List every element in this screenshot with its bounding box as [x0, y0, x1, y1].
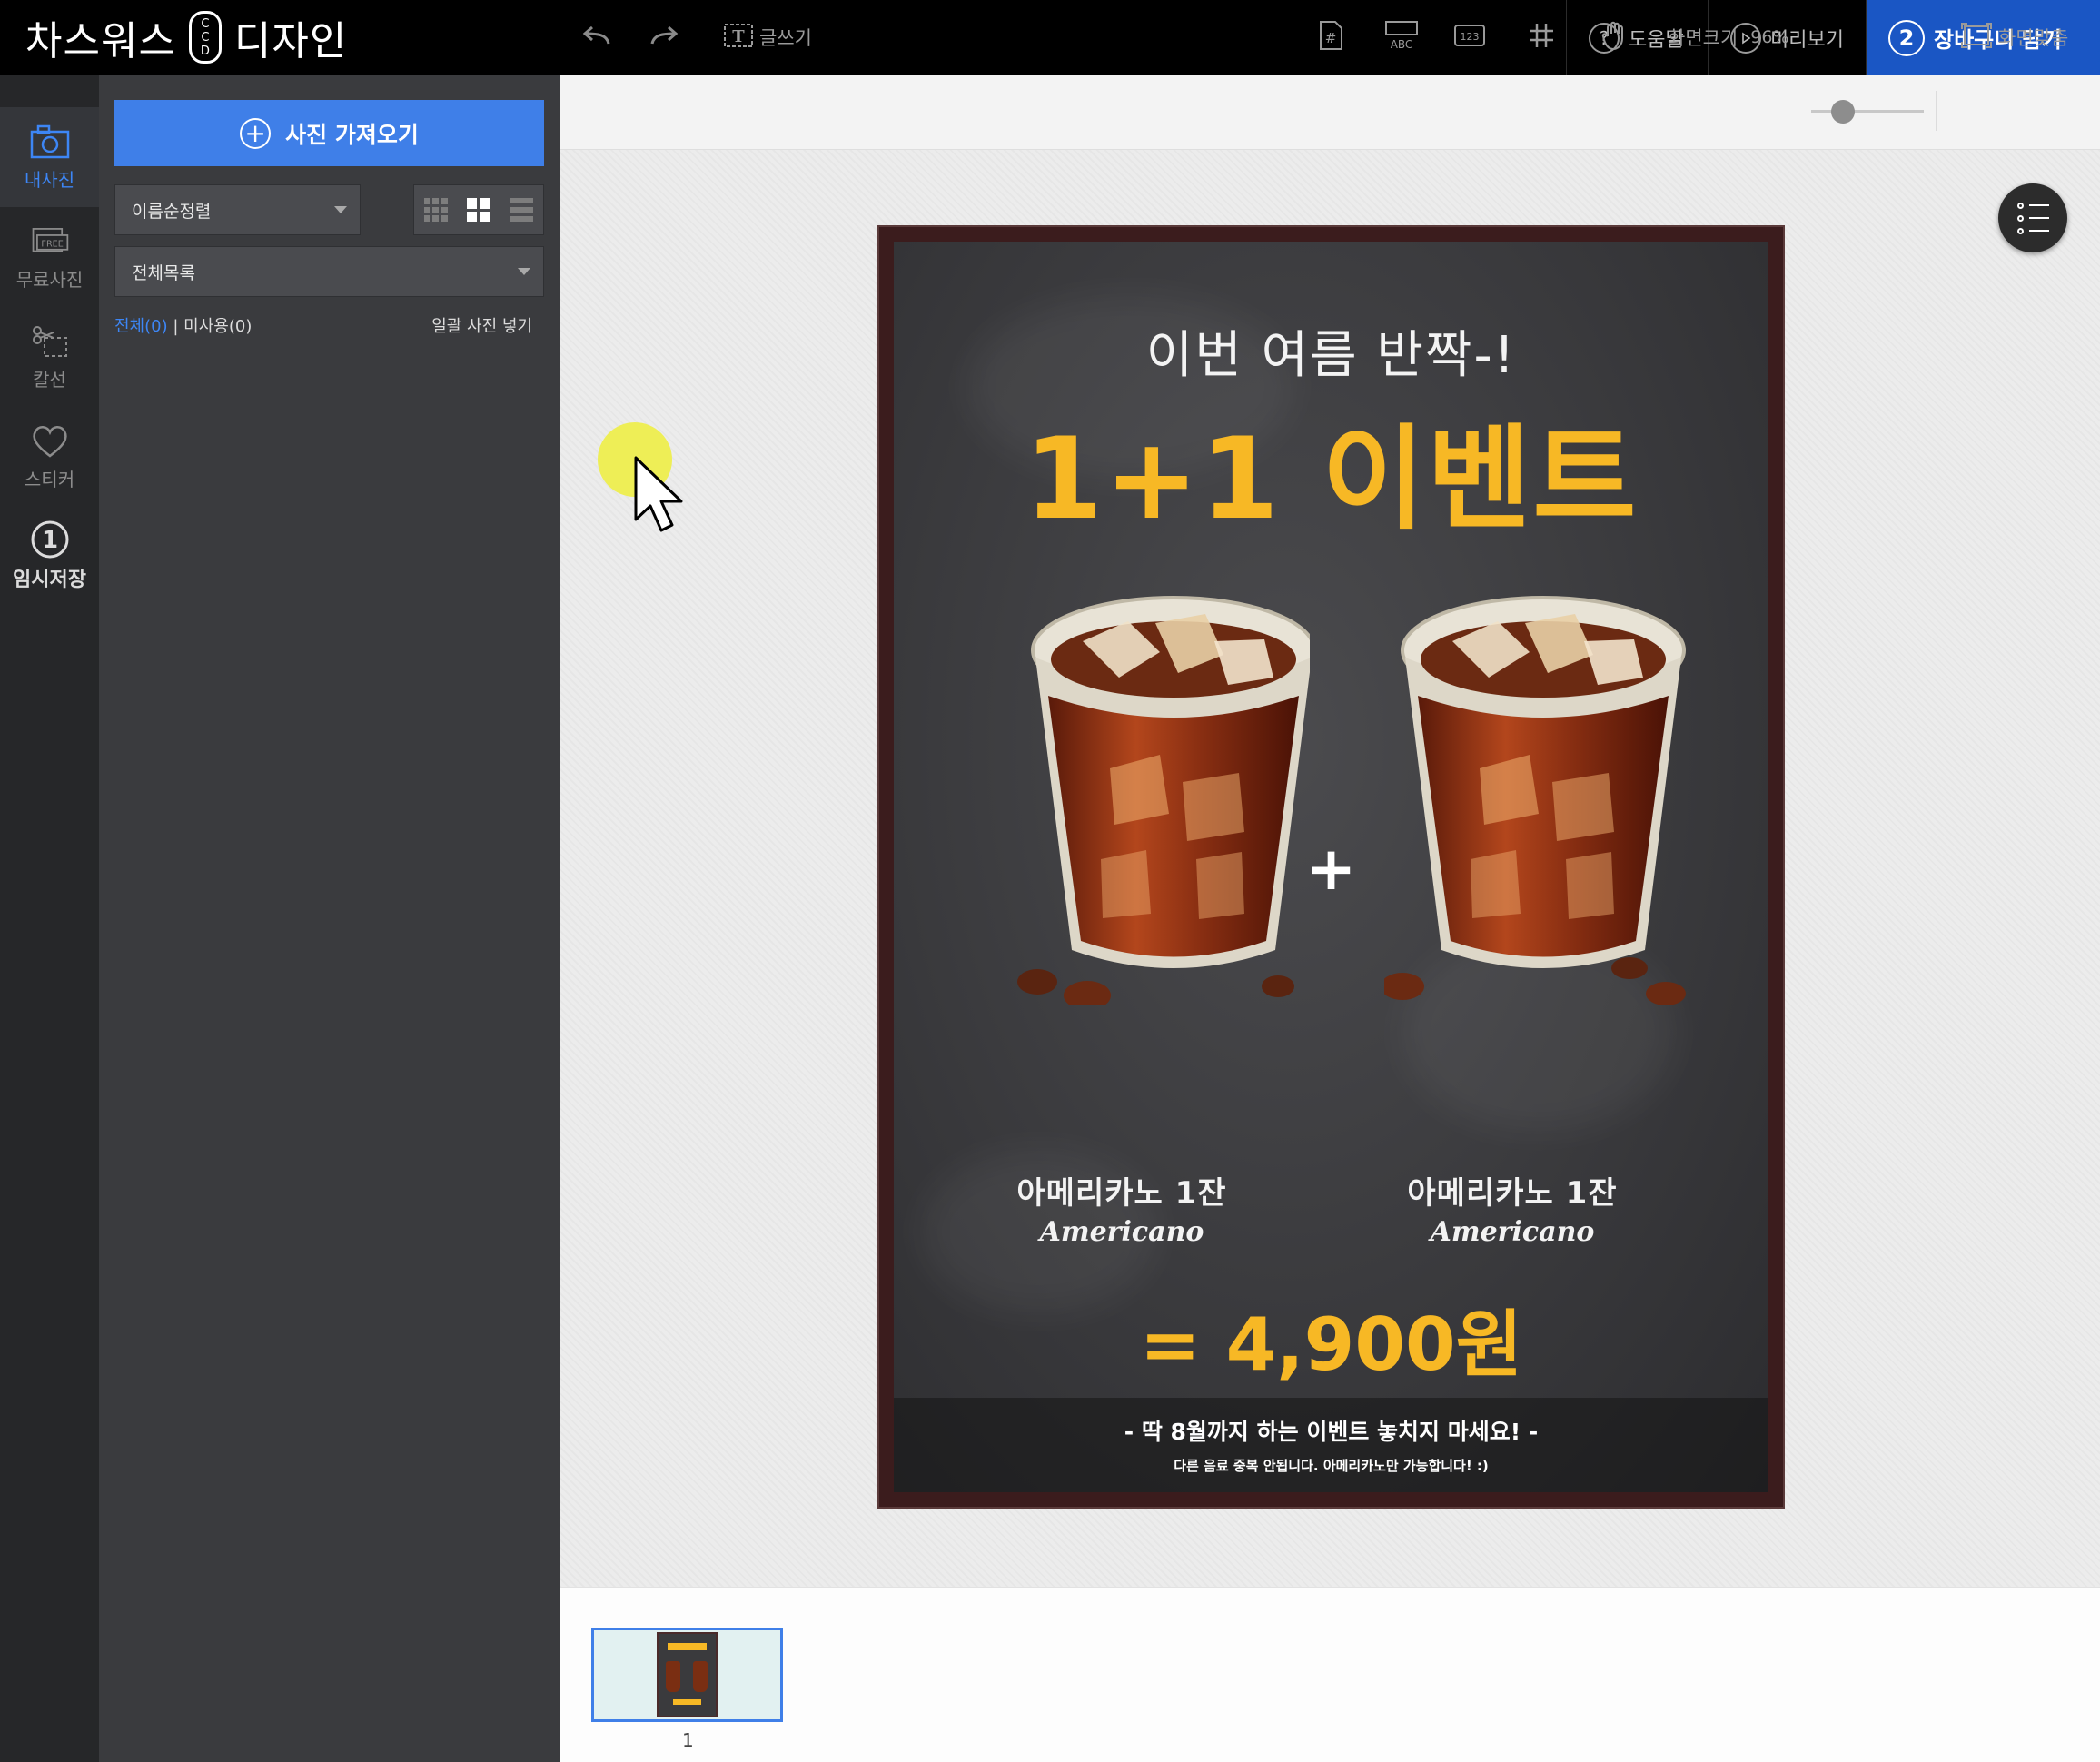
list-view-icon[interactable]	[510, 198, 534, 222]
text-box-icon: T	[723, 22, 754, 54]
redo-button[interactable]	[649, 0, 679, 74]
zoom-control: 화면크기 96%	[1668, 0, 1789, 74]
sort-select[interactable]: 이름순정렬	[114, 184, 361, 235]
folder-select-value: 전체목록	[132, 262, 195, 283]
heart-icon	[30, 423, 70, 460]
poster-title[interactable]: 1+1 이벤트	[894, 387, 1768, 550]
text-style-tool-button[interactable]: ABC	[1384, 0, 1419, 74]
zoom-slider-track[interactable]	[1811, 110, 1924, 113]
my-photos-panel: + 사진 가져오기 이름순정렬 전체목록 전체(0) | 미사용(0) 일괄 사…	[99, 75, 560, 1762]
right-caption-korean: 아메리카노 1잔	[1407, 1175, 1618, 1212]
temp-save-icon: 1	[30, 520, 70, 559]
poster-plus-sign[interactable]: +	[894, 834, 1768, 904]
scissors-icon	[30, 323, 70, 360]
poster-footer-line1: - 딱 8월까지 하는 이벤트 놓치지 마세요! -	[1124, 1419, 1539, 1445]
poster-footer-band[interactable]: - 딱 8월까지 하는 이벤트 놓치지 마세요! - 다른 음료 중복 안됩니다…	[894, 1398, 1768, 1492]
rail-item-label: 임시저장	[13, 569, 86, 591]
left-caption-english: Americano	[1039, 1216, 1204, 1248]
list-icon	[2016, 202, 2049, 209]
step-number-icon: 2	[1888, 19, 1925, 56]
left-tool-rail: 내사진 FREE 무료사진 칼선 스티커 1 임시저장	[0, 75, 99, 1762]
import-photo-button[interactable]: + 사진 가져오기	[114, 100, 544, 166]
number-box-icon: 123	[1453, 22, 1486, 54]
redo-icon	[649, 24, 679, 52]
rail-item-temp-save[interactable]: 1 임시저장	[0, 507, 99, 607]
svg-text:1: 1	[41, 527, 57, 554]
rail-item-label: 스티커	[24, 468, 75, 490]
toolbar-divider	[1936, 91, 1937, 131]
camera-icon	[30, 124, 70, 160]
right-caption-english: Americano	[1430, 1216, 1595, 1248]
iced-americano-left-image[interactable]	[1001, 587, 1310, 1005]
rail-item-label: 내사진	[24, 168, 75, 191]
hand-icon	[1600, 20, 1629, 55]
svg-text:123: 123	[1461, 31, 1480, 43]
filter-separator: |	[173, 317, 179, 336]
svg-text:ABC: ABC	[1391, 38, 1413, 51]
import-photo-label: 사진 가져오기	[285, 121, 419, 148]
hashtag-tool-button[interactable]: #	[1317, 0, 1344, 74]
filter-all-link[interactable]: 전체(0)	[114, 317, 168, 336]
brand-name-right: 디자인	[233, 18, 348, 64]
layer-menu-button[interactable]	[1998, 183, 2067, 252]
svg-text:T: T	[732, 27, 745, 46]
mouse-pointer-icon	[634, 456, 683, 532]
grid-toggle-button[interactable]	[1528, 0, 1555, 74]
hash-document-icon: #	[1317, 20, 1344, 55]
page-thumbnail-strip	[560, 1587, 2100, 1762]
rail-item-sticker[interactable]: 스티커	[0, 407, 99, 507]
fit-to-screen-label: 화면맞춤	[1998, 27, 2069, 49]
numbering-tool-button[interactable]: 123	[1453, 0, 1486, 74]
rail-item-free-photos[interactable]: FREE 무료사진	[0, 207, 99, 307]
bulk-insert-link[interactable]: 일괄 사진 넣기	[431, 313, 532, 337]
zoom-label: 화면크기	[1668, 27, 1738, 49]
design-poster[interactable]: 이번 여름 반짝-! 1+1 이벤트 + 아메리카노 1잔 Americano …	[877, 225, 1785, 1509]
brand-logo[interactable]: 차스워스 CCD 디자인	[25, 9, 347, 65]
page-number: 1	[682, 1729, 694, 1751]
poster-right-caption[interactable]: 아메리카노 1잔 Americano	[1362, 1168, 1662, 1248]
editor-toolbar	[560, 75, 2100, 150]
folder-select[interactable]: 전체목록	[114, 246, 544, 297]
chevron-down-icon	[334, 206, 347, 213]
page-thumbnail[interactable]	[591, 1628, 783, 1722]
poster-price[interactable]: = 4,900원	[894, 1286, 1768, 1391]
sort-select-value: 이름순정렬	[132, 201, 212, 222]
rail-item-label: 칼선	[33, 368, 66, 391]
rail-item-label: 무료사진	[15, 268, 84, 291]
left-caption-korean: 아메리카노 1잔	[1016, 1175, 1227, 1212]
zoom-slider-handle[interactable]	[1831, 100, 1855, 124]
write-text-button[interactable]: T 글쓰기	[723, 0, 812, 74]
large-grid-view-icon[interactable]	[466, 198, 490, 222]
pan-tool-button[interactable]	[1600, 0, 1629, 74]
iced-americano-right-image[interactable]	[1384, 587, 1693, 1005]
fit-to-screen-button[interactable]: 화면맞춤	[1960, 0, 2068, 74]
thumbnail-poster-preview	[657, 1632, 718, 1717]
zoom-value: 96%	[1750, 27, 1789, 47]
brand-name-left: 차스워스	[25, 18, 176, 64]
view-mode-switch	[413, 184, 544, 235]
fit-screen-icon	[1960, 22, 1993, 54]
poster-subtitle[interactable]: 이번 여름 반짝-!	[894, 314, 1768, 388]
rail-item-cutline[interactable]: 칼선	[0, 307, 99, 407]
rail-item-my-photos[interactable]: 내사진	[0, 107, 99, 207]
svg-text:FREE: FREE	[41, 239, 64, 249]
undo-icon	[581, 24, 612, 52]
poster-footer-line2: 다른 음료 중복 안됩니다. 아메리카노만 가능합니다! :)	[1174, 1458, 1489, 1474]
chevron-down-icon	[518, 268, 530, 275]
grid-icon	[1528, 22, 1555, 54]
filter-unused-link[interactable]: 미사용(0)	[183, 317, 252, 336]
write-text-label: 글쓰기	[759, 27, 812, 49]
undo-button[interactable]	[581, 0, 612, 74]
abc-text-icon: ABC	[1384, 20, 1419, 55]
small-grid-view-icon[interactable]	[423, 198, 448, 222]
poster-left-caption[interactable]: 아메리카노 1잔 Americano	[972, 1168, 1272, 1248]
brand-ccd-logo-icon: CCD	[188, 11, 222, 64]
free-photo-icon: FREE	[30, 223, 70, 260]
chalkboard-background: 이번 여름 반짝-! 1+1 이벤트 + 아메리카노 1잔 Americano …	[894, 242, 1768, 1492]
photo-filter: 전체(0) | 미사용(0)	[114, 313, 252, 337]
svg-text:#: #	[1325, 30, 1337, 46]
plus-circle-icon: +	[240, 117, 272, 149]
